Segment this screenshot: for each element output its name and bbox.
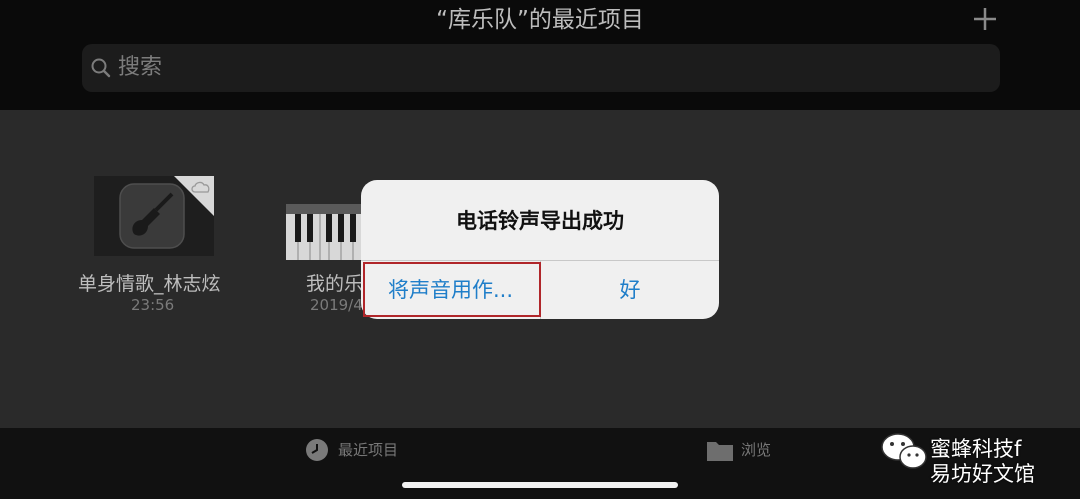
home-indicator[interactable] <box>402 482 678 488</box>
page-title: “库乐队”的最近项目 <box>436 7 644 33</box>
tab-recent[interactable]: 最近项目 <box>338 440 398 460</box>
tab-browse[interactable]: 浏览 <box>741 440 771 460</box>
file-name: 单身情歌_林志炫 <box>78 273 221 295</box>
cloud-icon <box>191 181 210 193</box>
file-item[interactable]: 单身情歌_林志炫 23:56 <box>70 176 250 316</box>
wechat-icon <box>881 433 927 469</box>
search-placeholder: 搜索 <box>118 55 163 80</box>
watermark-line1: 蜜蜂科技f <box>930 437 1022 461</box>
dialog-title: 电话铃声导出成功 <box>456 209 624 233</box>
ok-button[interactable]: 好 <box>541 261 719 319</box>
file-date: 23:56 <box>131 296 175 314</box>
clock-icon <box>306 439 328 461</box>
keyboard-icon <box>286 204 368 260</box>
file-item[interactable]: 我的乐 2019/4 <box>278 200 368 316</box>
folder-icon <box>707 442 733 461</box>
search-input[interactable]: 搜索 <box>82 44 1000 92</box>
file-date: 2019/4 <box>310 296 363 314</box>
search-icon <box>91 58 111 78</box>
watermark-line2: 易坊好文馆 <box>930 462 1035 486</box>
highlight-box <box>363 262 541 317</box>
plus-icon[interactable] <box>972 6 998 32</box>
navigation-header: “库乐队”的最近项目 搜索 <box>0 0 1080 110</box>
file-name: 我的乐 <box>306 273 364 295</box>
